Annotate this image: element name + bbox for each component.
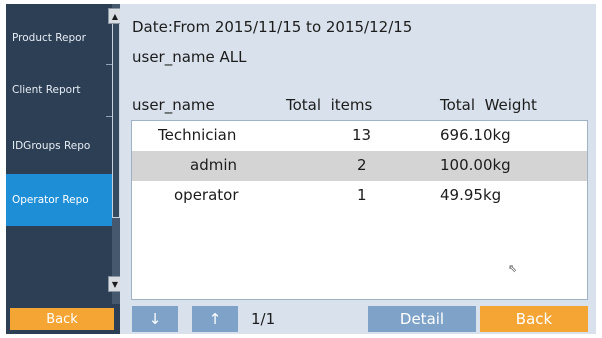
cell-total-items: 1 <box>357 186 367 204</box>
page-down-button[interactable]: ↓ <box>132 306 178 332</box>
sidebar-item-idgroups-report[interactable]: IDGroups Repo <box>6 120 112 172</box>
table-row[interactable]: operator 1 49.95kg <box>132 181 587 211</box>
cell-user-name: Technician <box>158 126 237 144</box>
triangle-down-icon: ▼ <box>111 279 119 289</box>
triangle-up-icon: ▲ <box>111 11 119 21</box>
scrollbar-thumb[interactable] <box>112 22 120 218</box>
sidebar-back-button[interactable]: Back <box>10 308 114 330</box>
cell-total-weight: 100.00kg <box>440 156 511 174</box>
column-header-total-items: Total items <box>286 96 373 114</box>
cell-user-name: operator <box>174 186 239 204</box>
cell-user-name: admin <box>190 156 237 174</box>
mouse-pointer-icon: ⇖ <box>508 262 518 275</box>
bottom-toolbar: ↓ ↑ 1/1 Detail Back <box>120 304 596 334</box>
sidebar-item-product-report[interactable]: Product Repor <box>6 12 112 64</box>
sidebar-footer: Back <box>6 304 120 334</box>
sidebar: Product Repor Client Report IDGroups Rep… <box>6 4 122 334</box>
detail-button[interactable]: Detail <box>368 306 476 332</box>
user-filter-text: user_name ALL <box>132 48 247 66</box>
table-row[interactable]: Technician 13 696.10kg <box>132 121 587 151</box>
sidebar-item-operator-report[interactable]: Operator Repo <box>6 174 112 226</box>
table-row[interactable]: admin 2 100.00kg <box>132 151 587 181</box>
cell-total-weight: 696.10kg <box>440 126 511 144</box>
report-panel: Date:From 2015/11/15 to 2015/12/15 user_… <box>120 4 596 334</box>
report-table[interactable]: Technician 13 696.10kg admin 2 100.00kg … <box>131 120 588 300</box>
arrow-up-icon: ↑ <box>208 310 222 328</box>
cell-total-items: 2 <box>357 156 367 174</box>
sidebar-item-label: Operator Repo <box>12 194 89 206</box>
column-header-user-name: user_name <box>132 96 215 114</box>
sidebar-item-label: Client Report <box>12 84 81 96</box>
back-button[interactable]: Back <box>480 306 588 332</box>
arrow-down-icon: ↓ <box>148 310 162 328</box>
page-up-button[interactable]: ↑ <box>192 306 238 332</box>
sidebar-item-label: IDGroups Repo <box>12 140 91 152</box>
column-header-total-weight: Total Weight <box>440 96 537 114</box>
cell-total-weight: 49.95kg <box>440 186 502 204</box>
cell-total-items: 13 <box>352 126 372 144</box>
date-range-text: Date:From 2015/11/15 to 2015/12/15 <box>132 18 413 36</box>
page-indicator: 1/1 <box>251 310 276 328</box>
sidebar-item-label: Product Repor <box>12 32 86 44</box>
screen: Product Repor Client Report IDGroups Rep… <box>0 0 602 338</box>
sidebar-item-client-report[interactable]: Client Report <box>6 64 112 116</box>
